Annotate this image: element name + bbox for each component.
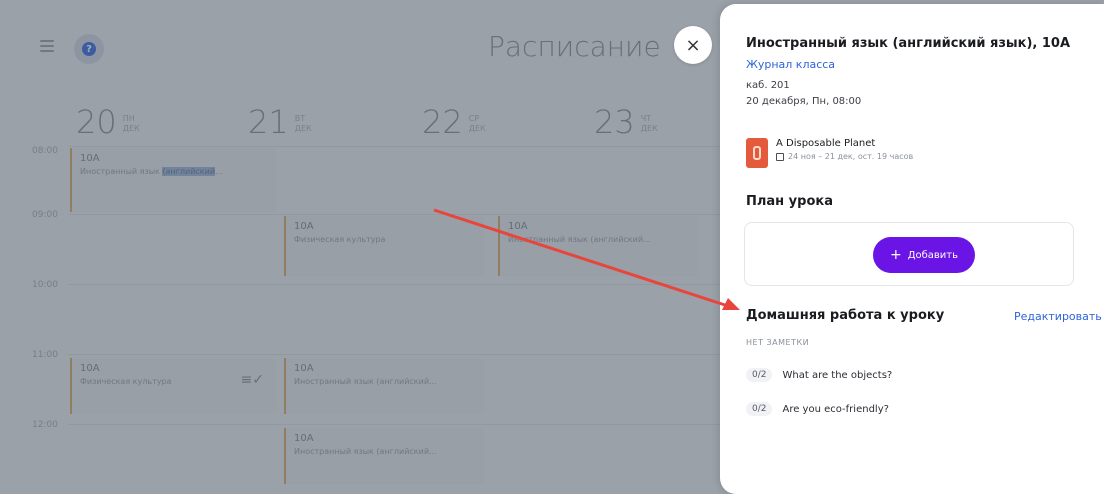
lesson-plan-box: + Добавить	[744, 222, 1074, 286]
no-notes-label: НЕТ ЗАМЕТКИ	[746, 338, 810, 347]
calendar-icon	[776, 152, 784, 161]
task-title: Are you eco-friendly?	[782, 403, 889, 415]
close-button[interactable]: ×	[674, 26, 712, 64]
study-material-item[interactable]: A Disposable Planet 24 ноя – 21 дек, ост…	[746, 138, 913, 168]
task-title: What are the objects?	[782, 369, 893, 381]
task-progress-badge: 0/2	[746, 402, 773, 416]
lesson-details-panel: Иностранный язык (английский язык), 10А …	[720, 4, 1104, 494]
lesson-title: Иностранный язык (английский язык), 10А	[746, 36, 1071, 51]
material-meta: 24 ноя – 21 дек, ост. 19 часов	[776, 152, 913, 161]
add-button[interactable]: + Добавить	[873, 237, 975, 273]
task-progress-badge: 0/2	[746, 368, 773, 382]
material-name: A Disposable Planet	[776, 138, 876, 149]
lesson-room: каб. 201	[746, 80, 790, 91]
plus-icon: +	[889, 247, 902, 263]
homework-heading: Домашняя работа к уроку	[746, 308, 945, 323]
book-icon	[746, 138, 768, 168]
lesson-datetime: 20 декабря, Пн, 08:00	[746, 96, 862, 107]
material-dates: 24 ноя – 21 дек, ост. 19 часов	[788, 152, 914, 161]
homework-task[interactable]: 0/2 What are the objects?	[746, 368, 892, 382]
edit-homework-link[interactable]: Редактировать	[1014, 310, 1102, 323]
homework-task[interactable]: 0/2 Are you eco-friendly?	[746, 402, 889, 416]
class-journal-link[interactable]: Журнал класса	[746, 58, 835, 71]
add-label: Добавить	[907, 249, 959, 261]
lesson-plan-heading: План урока	[746, 194, 833, 209]
